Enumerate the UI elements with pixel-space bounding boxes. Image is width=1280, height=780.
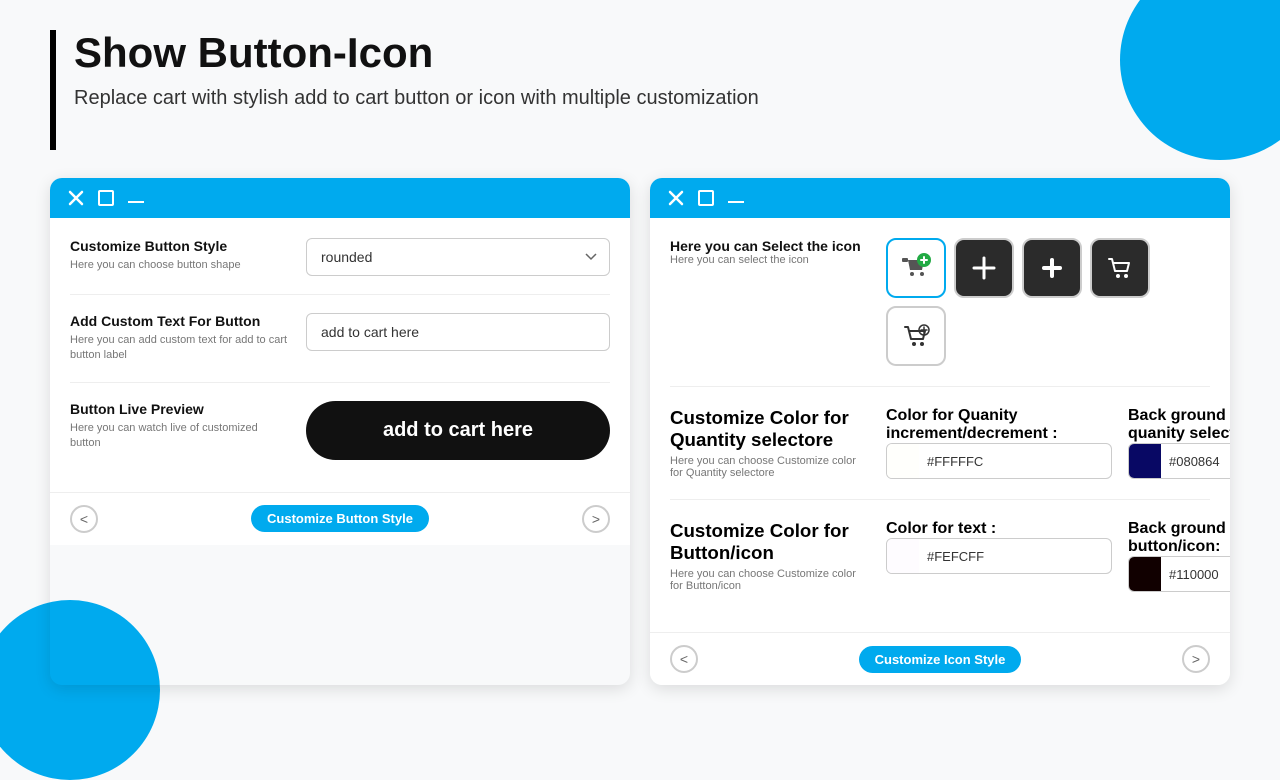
btn-color-desc: Here you can choose Customize color for … [670, 568, 870, 592]
page-title: Show Button-Icon [74, 30, 759, 76]
qty-color-section: Customize Color for Quantity selectore H… [670, 407, 1210, 500]
page-subtitle: Replace cart with stylish add to cart bu… [74, 84, 759, 112]
button-style-title: Customize Button Style [70, 238, 290, 254]
icon-cart-light[interactable] [886, 306, 946, 366]
icon-cart-dark[interactable] [1090, 238, 1150, 298]
btn-color2-swatch [1129, 557, 1161, 591]
header-accent-bar [50, 30, 56, 150]
icon-select-title: Here you can Select the icon [670, 238, 870, 254]
qty-color1-input[interactable] [919, 454, 1111, 469]
left-panel-footer: < Customize Button Style > [50, 492, 630, 545]
right-panel-footer: < Customize Icon Style > [650, 632, 1230, 685]
qty-color1-swatch [887, 444, 919, 478]
custom-text-title: Add Custom Text For Button [70, 313, 290, 329]
btn-color-section: Customize Color for Button/icon Here you… [670, 520, 1210, 612]
left-panel-titlebar [50, 178, 630, 218]
right-panel: Here you can Select the icon Here you ca… [650, 178, 1230, 685]
btn-color2-label: Back ground color for button/icon: [1128, 520, 1230, 556]
icon-selector [886, 238, 1210, 366]
button-shape-select[interactable]: rounded square pill outlined [306, 238, 610, 276]
left-square-button[interactable] [96, 188, 116, 208]
btn-color1-label: Color for text : [886, 520, 1112, 538]
btn-color-title: Customize Color for Button/icon [670, 520, 870, 564]
icon-select-row: Here you can Select the icon Here you ca… [670, 238, 1210, 366]
qty-color-desc: Here you can choose Customize color for … [670, 455, 870, 479]
left-prev-button[interactable]: < [70, 505, 98, 533]
right-prev-button[interactable]: < [670, 645, 698, 673]
button-style-desc: Here you can choose button shape [70, 258, 290, 273]
left-footer-badge: Customize Button Style [251, 505, 429, 532]
icon-plus-dark1[interactable] [954, 238, 1014, 298]
right-square-button[interactable] [696, 188, 716, 208]
icon-plus-dark2[interactable] [1022, 238, 1082, 298]
qty-color2-swatch [1129, 444, 1161, 478]
left-minimize-button[interactable] [126, 188, 146, 208]
icon-select-section: Here you can Select the icon Here you ca… [670, 238, 1210, 387]
btn-color1-field: Color for text : [886, 520, 1112, 592]
live-preview-desc: Here you can watch live of customized bu… [70, 421, 290, 452]
live-preview-title: Button Live Preview [70, 401, 290, 417]
icon-select-desc: Here you can select the icon [670, 254, 870, 266]
right-close-button[interactable] [666, 188, 686, 208]
qty-color2-field: Back ground color for quanity selector: [1128, 407, 1230, 479]
qty-color-row: Customize Color for Quantity selectore H… [670, 407, 1210, 479]
custom-text-input[interactable] [306, 313, 610, 351]
right-footer-badge: Customize Icon Style [859, 646, 1022, 673]
custom-text-desc: Here you can add custom text for add to … [70, 333, 290, 364]
left-next-button[interactable]: > [582, 505, 610, 533]
left-panel-body: Customize Button Style Here you can choo… [50, 218, 630, 492]
right-panel-titlebar [650, 178, 1230, 218]
live-preview-section: Button Live Preview Here you can watch l… [70, 401, 610, 478]
qty-color-title: Customize Color for Quantity selectore [670, 407, 870, 451]
left-close-button[interactable] [66, 188, 86, 208]
right-panel-body: Here you can Select the icon Here you ca… [650, 218, 1230, 632]
btn-color2-input[interactable] [1161, 567, 1230, 582]
panels-row: Customize Button Style Here you can choo… [50, 178, 1230, 685]
preview-button[interactable]: add to cart here [306, 401, 610, 460]
qty-color1-field: Color for Quanity increment/decrement : [886, 407, 1112, 479]
btn-color1-input[interactable] [919, 549, 1111, 564]
right-minimize-button[interactable] [726, 188, 746, 208]
btn-color2-field: Back ground color for button/icon: [1128, 520, 1230, 592]
header-section: Show Button-Icon Replace cart with styli… [50, 30, 1230, 150]
left-panel: Customize Button Style Here you can choo… [50, 178, 630, 685]
button-style-section: Customize Button Style Here you can choo… [70, 238, 610, 295]
btn-color-row: Customize Color for Button/icon Here you… [670, 520, 1210, 592]
btn-color1-swatch [887, 539, 919, 573]
qty-color2-label: Back ground color for quanity selector: [1128, 407, 1230, 443]
qty-color1-label: Color for Quanity increment/decrement : [886, 407, 1112, 443]
right-next-button[interactable]: > [1182, 645, 1210, 673]
custom-text-section: Add Custom Text For Button Here you can … [70, 313, 610, 383]
icon-cart-plus-green[interactable] [886, 238, 946, 298]
qty-color2-input[interactable] [1161, 454, 1230, 469]
